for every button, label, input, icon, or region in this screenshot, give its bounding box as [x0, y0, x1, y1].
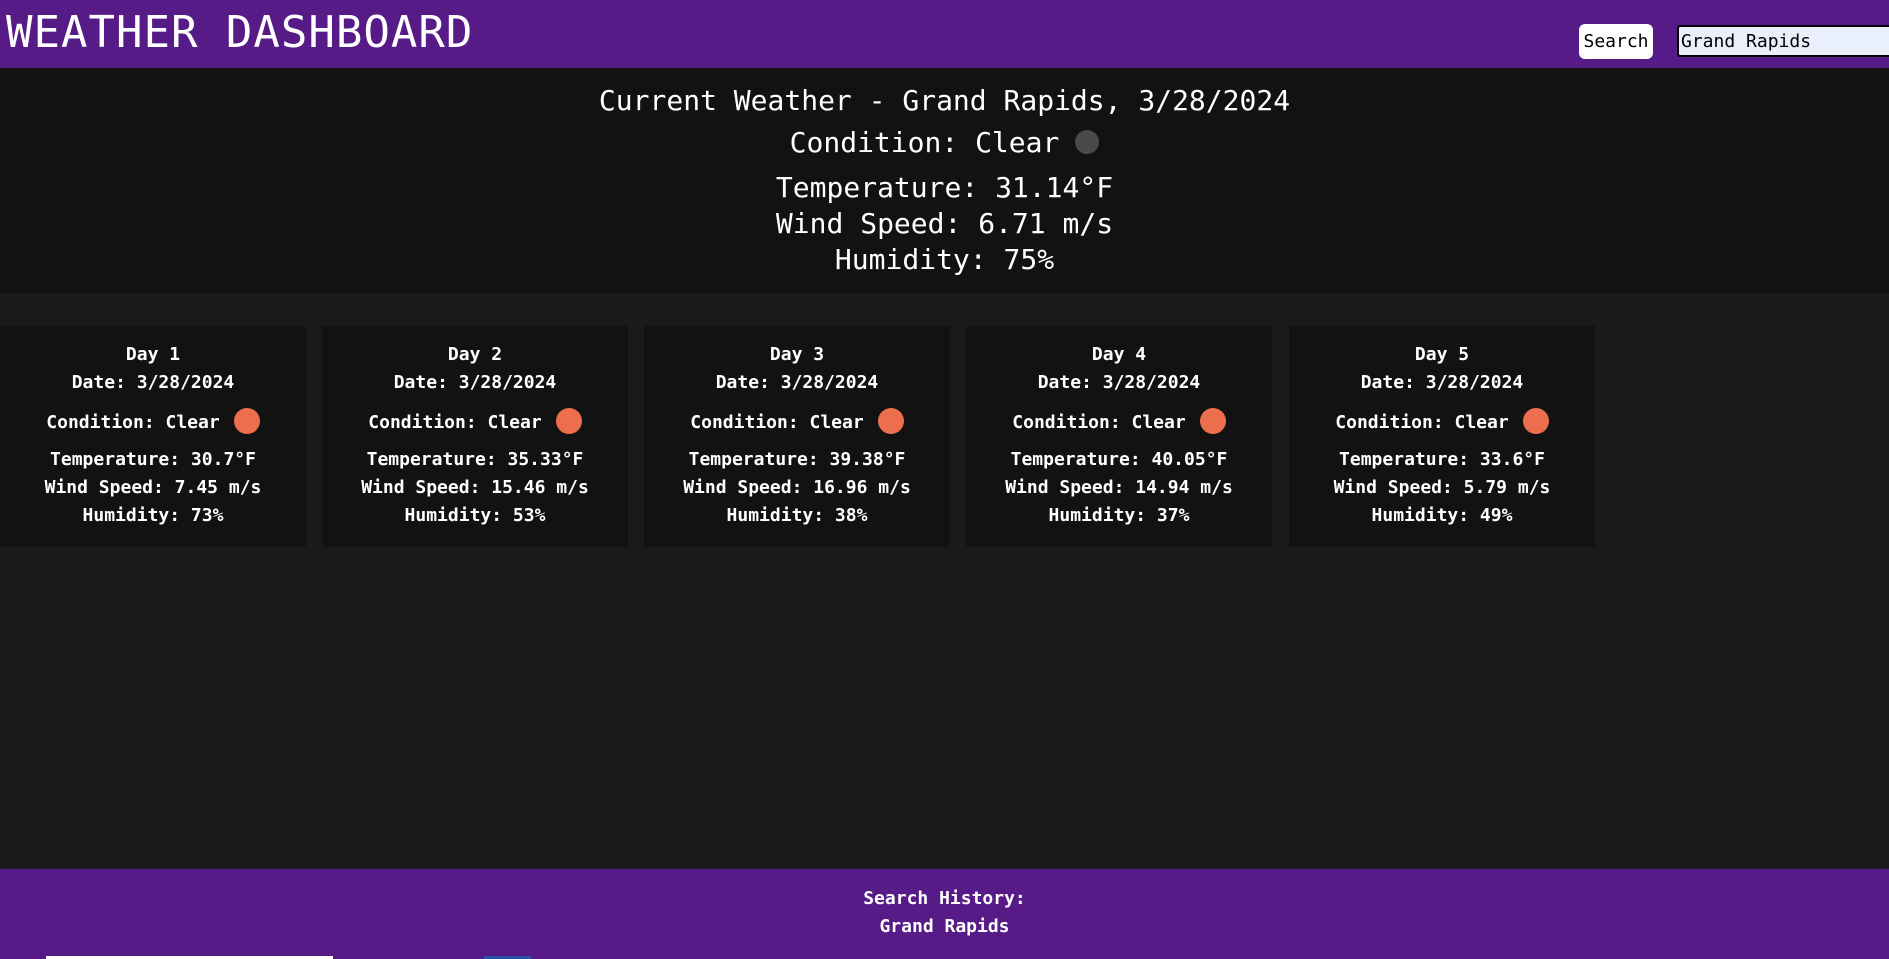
forecast-wind-speed: Wind Speed: 14.94 m/s: [1005, 477, 1233, 498]
forecast-temperature: Temperature: 35.33°F: [366, 449, 584, 470]
current-weather-panel: Current Weather - Grand Rapids, 3/28/202…: [0, 68, 1889, 293]
forecast-condition: Condition: Clear: [1289, 408, 1595, 437]
forecast-date: Date: 3/28/2024: [1360, 372, 1524, 393]
sun-icon: [233, 408, 260, 434]
forecast-day: Day 2: [447, 344, 503, 365]
forecast-condition: Condition: Clear: [0, 408, 306, 437]
forecast-humidity: Humidity: 37%: [1048, 505, 1190, 526]
forecast-condition-label: Condition: Clear: [690, 412, 864, 433]
forecast-day: Day 1: [125, 344, 181, 365]
forecast-date: Date: 3/28/2024: [71, 372, 235, 393]
current-condition: Condition: Clear: [0, 126, 1889, 160]
forecast-condition: Condition: Clear: [322, 408, 628, 437]
search-history-label: Search History:: [863, 888, 1026, 909]
forecast-day: Day 5: [1414, 344, 1470, 365]
current-temperature: Temperature: 31.14°F: [775, 171, 1114, 204]
forecast-condition-label: Condition: Clear: [46, 412, 220, 433]
forecast-condition: Condition: Clear: [644, 408, 950, 437]
forecast-card-day-5: Day 5 Date: 3/28/2024 Condition: Clear T…: [1289, 326, 1595, 547]
sun-icon: [877, 408, 904, 434]
current-humidity: Humidity: 75%: [834, 243, 1055, 276]
forecast-card-day-3: Day 3 Date: 3/28/2024 Condition: Clear T…: [644, 326, 950, 547]
search-history-item[interactable]: Grand Rapids: [0, 915, 1889, 939]
forecast-date: Date: 3/28/2024: [1037, 372, 1201, 393]
search-button[interactable]: Search: [1579, 24, 1653, 59]
forecast-card-day-4: Day 4 Date: 3/28/2024 Condition: Clear T…: [966, 326, 1272, 547]
header-bar: WEATHER DASHBOARD Search: [0, 0, 1889, 68]
forecast-wind-speed: Wind Speed: 7.45 m/s: [44, 477, 262, 498]
forecast-temperature: Temperature: 40.05°F: [1010, 449, 1228, 470]
forecast-condition-label: Condition: Clear: [1335, 412, 1509, 433]
app-title: WEATHER DASHBOARD: [6, 7, 474, 58]
forecast-date: Date: 3/28/2024: [715, 372, 879, 393]
sun-icon: [1522, 408, 1549, 434]
footer-search-history: Search History: Grand Rapids: [0, 869, 1889, 959]
forecast-card-day-2: Day 2 Date: 3/28/2024 Condition: Clear T…: [322, 326, 628, 547]
forecast-humidity: Humidity: 49%: [1371, 505, 1513, 526]
forecast-condition-label: Condition: Clear: [1012, 412, 1186, 433]
forecast-temperature: Temperature: 39.38°F: [688, 449, 906, 470]
forecast-temperature: Temperature: 30.7°F: [50, 449, 256, 470]
forecast-humidity: Humidity: 73%: [82, 505, 224, 526]
sun-icon: [555, 408, 582, 434]
forecast-day: Day 4: [1091, 344, 1147, 365]
forecast-wind-speed: Wind Speed: 15.46 m/s: [361, 477, 589, 498]
forecast-wind-speed: Wind Speed: 16.96 m/s: [683, 477, 911, 498]
forecast-card-day-1: Day 1 Date: 3/28/2024 Condition: Clear T…: [0, 326, 306, 547]
forecast-temperature: Temperature: 33.6°F: [1339, 449, 1545, 470]
search-input[interactable]: [1677, 25, 1889, 57]
forecast-day: Day 3: [769, 344, 825, 365]
current-weather-title: Current Weather - Grand Rapids, 3/28/202…: [598, 84, 1291, 117]
current-wind-speed: Wind Speed: 6.71 m/s: [775, 207, 1114, 240]
forecast-date: Date: 3/28/2024: [393, 372, 557, 393]
forecast-wind-speed: Wind Speed: 5.79 m/s: [1333, 477, 1551, 498]
sun-icon: [1199, 408, 1226, 434]
weather-condition-icon: [1075, 130, 1100, 154]
current-condition-label: Condition: Clear: [789, 126, 1060, 159]
forecast-humidity: Humidity: 53%: [404, 505, 546, 526]
forecast-condition: Condition: Clear: [966, 408, 1272, 437]
forecast-humidity: Humidity: 38%: [726, 505, 868, 526]
forecast-condition-label: Condition: Clear: [368, 412, 542, 433]
